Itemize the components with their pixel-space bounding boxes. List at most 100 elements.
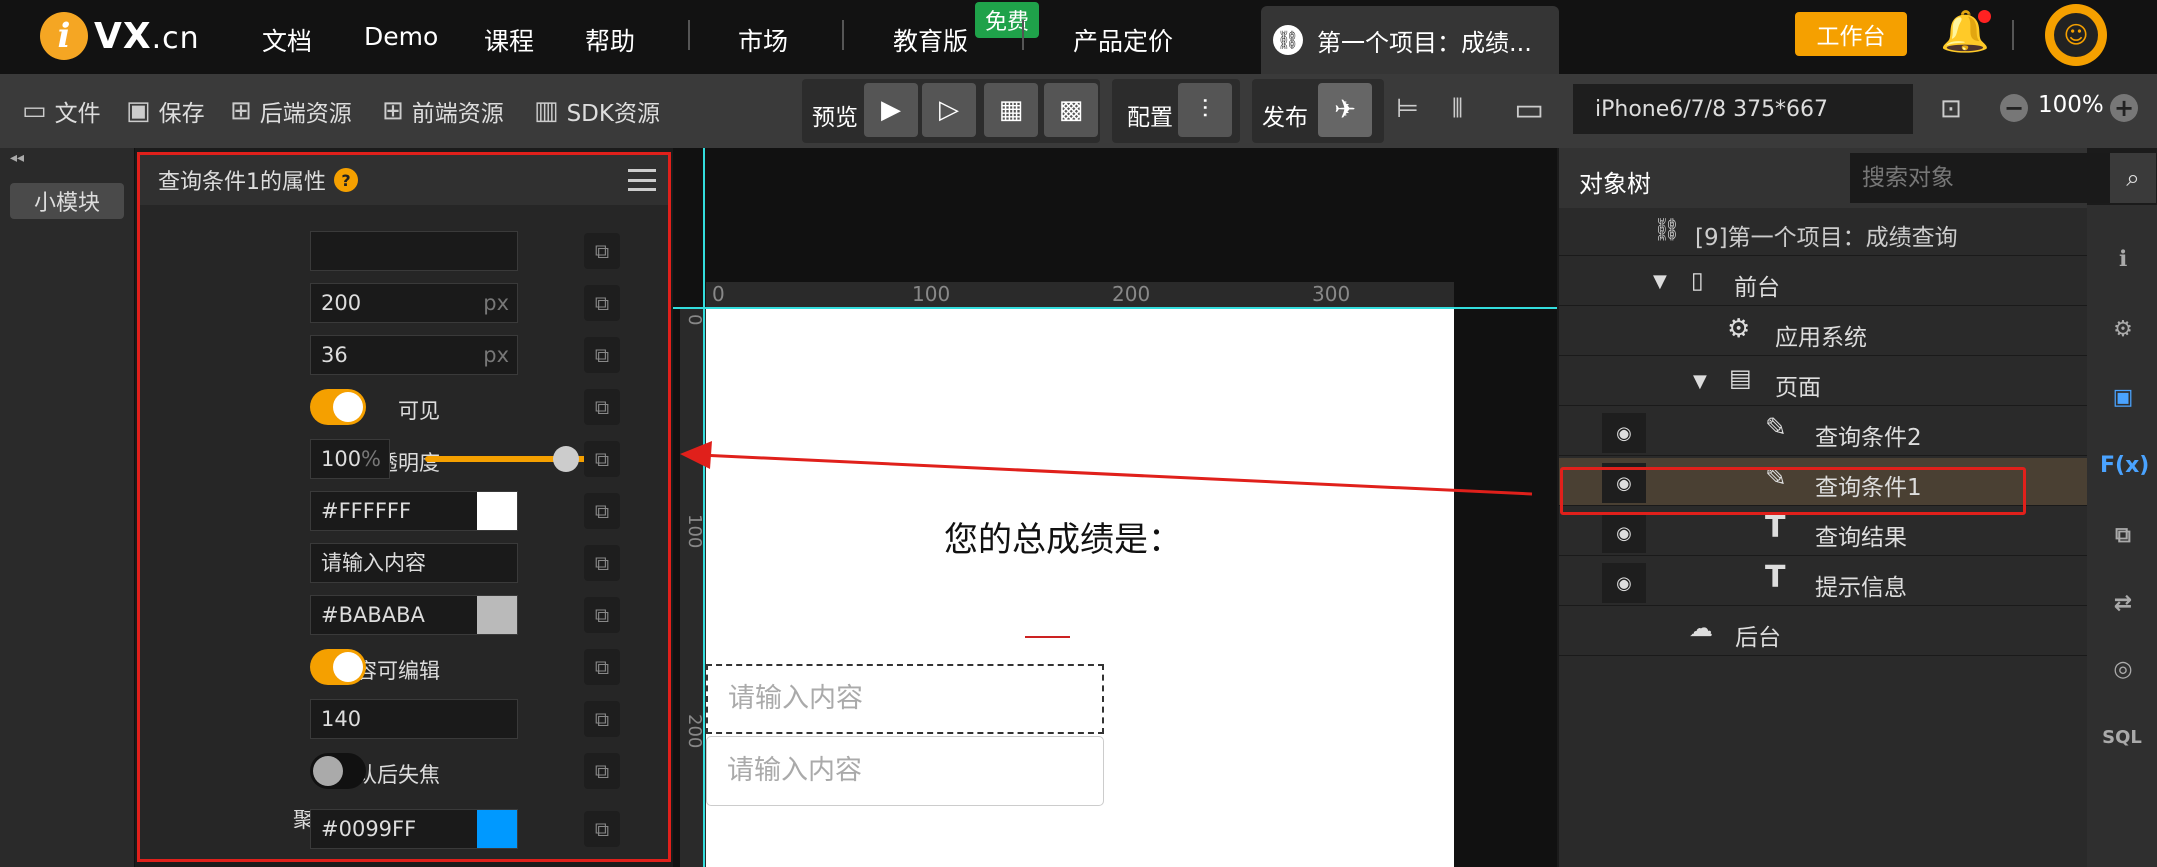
tree-node-page[interactable]: ▼ ▤ 页面 [1559, 358, 2087, 406]
zoom-in-icon[interactable]: + [2110, 94, 2138, 122]
tree-node-backend[interactable]: ☁ 后台 [1559, 608, 2087, 656]
color-swatch[interactable] [477, 492, 517, 530]
search-icon[interactable]: ⌕ [2110, 153, 2156, 203]
focus-color-input[interactable]: #0099FF [310, 809, 518, 849]
copy-icon[interactable]: ⧉ [584, 389, 620, 425]
prop-row-visible: 可见 ⧉ [140, 385, 668, 429]
horizontal-ruler: 0 100 200 300 [706, 282, 1454, 308]
nav-education[interactable]: 教育版 [893, 22, 968, 58]
nav-help[interactable]: 帮助 [585, 22, 635, 58]
tree-root[interactable]: ⛓ [9]第一个项目：成绩查询 [1559, 208, 2087, 256]
eye-icon[interactable]: ◉ [1602, 563, 1646, 603]
sdk-icon: ▥ [534, 96, 559, 126]
tree-node-front[interactable]: ▼ ▯ 前台 [1559, 258, 2087, 306]
bg-color-input[interactable]: #FFFFFF [310, 491, 518, 531]
publish-label: 发布 [1262, 105, 1308, 131]
prop-row-editable: 内容可编辑 ⧉ [140, 645, 668, 689]
file-button[interactable]: ▭ 文件 [22, 94, 101, 128]
chat-icon[interactable]: ▣ [2105, 380, 2141, 416]
distribute-icon[interactable]: ⫴ [1452, 94, 1471, 125]
sliders-icon[interactable]: ⫶ [1178, 83, 1232, 137]
save-button[interactable]: ▣ 保存 [126, 94, 205, 128]
nav-docs[interactable]: 文档 [262, 22, 312, 58]
send-icon[interactable]: ✈ [1318, 83, 1372, 137]
help-icon[interactable]: ? [334, 168, 358, 192]
copy-icon[interactable]: ⧉ [584, 597, 620, 633]
module-tab[interactable]: 小模块 [10, 183, 124, 219]
backend-resources-button[interactable]: ⊞ 后端资源 [230, 94, 352, 128]
expand-icon[interactable]: ▼ [1693, 371, 1707, 392]
nav-market[interactable]: 市场 [738, 22, 788, 58]
align-icon[interactable]: ⊨ [1396, 94, 1427, 124]
device-icon[interactable]: ▭ [1514, 90, 1552, 128]
sdk-resources-button[interactable]: ▥ SDK资源 [534, 94, 660, 128]
play-icon[interactable]: ▶ [864, 83, 918, 137]
expand-icon[interactable]: ▼ [1653, 271, 1667, 292]
prop-row-placeholder-color: 提示文本颜色 #BABABA ⧉ [140, 593, 668, 637]
collapse-icon[interactable]: ◂◂ [10, 150, 24, 166]
sql-icon[interactable]: SQL [2100, 720, 2144, 756]
result-text-marker[interactable] [1025, 636, 1070, 638]
width-input[interactable]: 200 px [310, 283, 518, 323]
link-icon: ⛓ [1273, 25, 1303, 55]
vx-logo[interactable]: i VX.cn [40, 12, 200, 60]
copy-icon[interactable]: ⧉ [584, 441, 620, 477]
copy-icon[interactable]: ⧉ [584, 753, 620, 789]
color-swatch[interactable] [477, 596, 517, 634]
project-tab[interactable]: ⛓ 第一个项目：成绩... [1261, 6, 1559, 74]
copy-icon[interactable]: ⧉ [584, 337, 620, 373]
content-input[interactable] [310, 231, 518, 271]
nav-pricing[interactable]: 产品定价 [1073, 22, 1173, 58]
copy-icon[interactable]: ⧉ [584, 233, 620, 269]
frontend-resources-button[interactable]: ⊞ 前端资源 [382, 94, 504, 128]
copy-icon[interactable]: ⧉ [584, 811, 620, 847]
guide-line-vertical [703, 148, 705, 867]
logo-icon: i [40, 12, 88, 60]
maxlength-input[interactable]: 140 [310, 699, 518, 739]
copy-icon[interactable]: ⧉ [584, 649, 620, 685]
visible-toggle[interactable] [310, 389, 366, 425]
text-icon: T [1765, 510, 1786, 545]
device-select[interactable]: iPhone6/7/8 375*667 [1573, 84, 1913, 134]
placeholder-input[interactable]: 请输入内容 [310, 543, 518, 583]
blur-toggle[interactable] [310, 753, 366, 789]
query-input-2[interactable]: 请输入内容 [706, 736, 1104, 806]
fx-icon[interactable]: F(x) [2100, 448, 2149, 484]
nav-courses[interactable]: 课程 [484, 22, 534, 58]
logo-domain: .cn [151, 20, 200, 56]
avatar[interactable]: ☺ [2045, 4, 2107, 66]
placeholder-color-input[interactable]: #BABABA [310, 595, 518, 635]
grid-icon: ⊞ [230, 96, 252, 126]
slider-knob[interactable] [553, 446, 579, 472]
total-score-label[interactable]: 您的总成绩是： [944, 512, 1182, 561]
gear-icon: ⚙ [1727, 314, 1751, 344]
editable-toggle[interactable] [310, 649, 366, 685]
play-device-icon[interactable]: ▷ [922, 83, 976, 137]
code-icon[interactable]: ◎ [2105, 652, 2141, 688]
height-input[interactable]: 36 px [310, 335, 518, 375]
copy-icon[interactable]: ⧉ [2105, 518, 2141, 554]
copy-icon[interactable]: ⧉ [584, 701, 620, 737]
query-input-1[interactable]: 请输入内容 [706, 664, 1104, 734]
swap-icon[interactable]: ⇄ [2105, 586, 2141, 622]
info-icon[interactable]: ℹ [2105, 242, 2141, 278]
eye-icon[interactable]: ◉ [1602, 513, 1646, 553]
copy-icon[interactable]: ⧉ [584, 493, 620, 529]
tree-node-app-system[interactable]: ⚙ 应用系统 [1559, 308, 2087, 356]
screenshot-icon[interactable]: ⊡ [1940, 94, 1970, 124]
copy-icon[interactable]: ⧉ [584, 285, 620, 321]
zoom-out-icon[interactable]: − [2000, 94, 2028, 122]
color-swatch[interactable] [477, 810, 517, 848]
eye-icon[interactable]: ◉ [1602, 413, 1646, 453]
qr-code-icon[interactable]: ▦ [984, 83, 1038, 137]
nav-divider [688, 20, 690, 50]
nav-demo[interactable]: Demo [364, 22, 438, 51]
workbench-button[interactable]: 工作台 [1795, 12, 1907, 56]
preview-label: 预览 [812, 105, 858, 131]
opacity-input[interactable]: 100% [310, 439, 390, 479]
menu-icon[interactable] [628, 169, 656, 191]
search-object-input[interactable]: 搜索对象 [1850, 153, 2110, 203]
component-settings-icon[interactable]: ⚙ [2105, 312, 2141, 348]
qr-link-icon[interactable]: ▩ [1044, 83, 1098, 137]
copy-icon[interactable]: ⧉ [584, 545, 620, 581]
